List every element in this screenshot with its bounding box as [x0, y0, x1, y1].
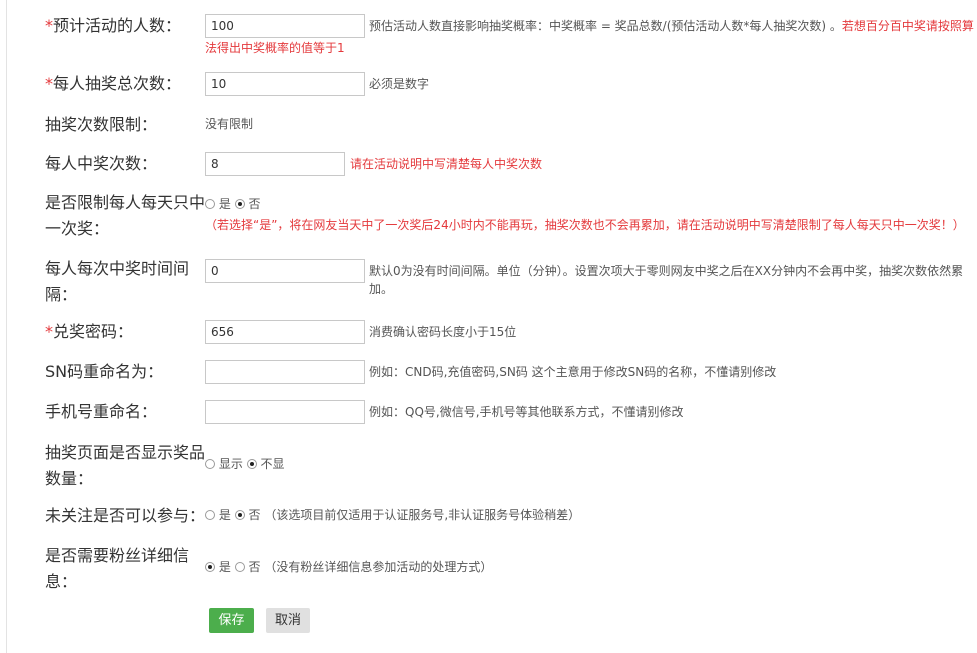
- draw-limit-label: 抽奖次数限制：: [45, 115, 158, 134]
- unfollowed-no-label: 否: [248, 508, 261, 522]
- save-button[interactable]: 保存: [209, 608, 254, 633]
- interval-label: 每人每次中奖时间间 隔：: [45, 259, 190, 304]
- show-prize-count-label: 抽奖页面是否显示奖品 数量：: [45, 443, 206, 488]
- sn-rename-label: SN码重命名为：: [45, 362, 164, 381]
- cancel-button[interactable]: 取消: [266, 608, 310, 633]
- wins-per-person-label: 每人中奖次数：: [45, 154, 158, 173]
- fan-details-no-label: 否: [248, 560, 261, 574]
- redeem-password-hint: 消费确认密码长度小于15位: [369, 325, 517, 339]
- wins-per-person-input[interactable]: 8: [205, 152, 345, 176]
- daily-limit-options: 是 否: [205, 196, 261, 212]
- participants-warning: 若想百分百中奖请按照算: [841, 19, 974, 33]
- daily-limit-warning: （若选择“是”，将在网友当天中了一次奖后24小时内不能再玩，抽奖次数也不会再累加…: [205, 218, 965, 232]
- redeem-password-label: *兑奖密码：: [45, 322, 134, 341]
- daily-limit-label: 是否限制每人每天只中 一次奖：: [45, 193, 206, 238]
- fan-details-yes-radio[interactable]: [205, 562, 215, 572]
- draws-per-person-hint: 必须是数字: [369, 77, 430, 91]
- fan-details-label: 是否需要粉丝详细信 息：: [45, 546, 190, 591]
- wins-per-person-warning: 请在活动说明中写清楚每人中奖次数: [350, 157, 543, 171]
- unfollowed-yes-radio[interactable]: [205, 510, 215, 520]
- required-mark: *: [45, 74, 53, 93]
- fan-details-options: 是 否 （没有粉丝详细信息参加活动的处理方式）: [205, 559, 492, 575]
- show-prize-count-show-radio[interactable]: [205, 459, 215, 469]
- show-prize-count-hide-radio[interactable]: [246, 459, 257, 469]
- participants-hint: 预估活动人数直接影响抽奖概率：中奖概率 = 奖品总数/(预估活动人数*每人抽奖次…: [369, 19, 974, 33]
- unfollowed-no-radio[interactable]: [234, 510, 245, 520]
- unfollowed-yes-label: 是: [218, 508, 231, 522]
- fan-details-yes-label: 是: [218, 560, 231, 574]
- daily-limit-yes-radio[interactable]: [205, 199, 215, 209]
- redeem-password-input[interactable]: 656: [205, 320, 365, 344]
- daily-limit-yes-label: 是: [218, 197, 231, 211]
- sn-rename-input[interactable]: [205, 360, 365, 384]
- participants-warning-cont: 法得出中奖概率的值等于1: [205, 41, 345, 55]
- fan-details-hint: （没有粉丝详细信息参加活动的处理方式）: [264, 560, 493, 574]
- show-prize-count-options: 显示 不显: [205, 456, 285, 472]
- participants-label: *预计活动的人数：: [45, 16, 182, 35]
- phone-rename-hint: 例如：QQ号,微信号,手机号等其他联系方式，不懂请别修改: [369, 405, 684, 419]
- unfollowed-options: 是 否 （该选项目前仅适用于认证服务号,非认证服务号体验稍差）: [205, 507, 580, 523]
- interval-hint: 默认0为没有时间间隔。单位（分钟）。设置次项大于零则网友中奖之后在XX分钟内不会…: [369, 264, 964, 296]
- required-mark: *: [45, 16, 53, 35]
- phone-rename-input[interactable]: [205, 400, 365, 424]
- sn-rename-hint: 例如：CND码,充值密码,SN码 这个主意用于修改SN码的名称，不懂请别修改: [369, 365, 777, 379]
- left-border: [6, 0, 7, 653]
- show-prize-count-show-label: 显示: [218, 457, 243, 471]
- participants-input[interactable]: 100: [205, 14, 365, 38]
- draw-limit-value: 没有限制: [205, 117, 254, 131]
- draws-per-person-input[interactable]: 10: [205, 72, 365, 96]
- daily-limit-no-radio[interactable]: [234, 199, 245, 209]
- interval-input[interactable]: 0: [205, 259, 365, 283]
- draws-per-person-label: *每人抽奖总次数：: [45, 74, 182, 93]
- daily-limit-no-label: 否: [248, 197, 261, 211]
- fan-details-no-radio[interactable]: [234, 562, 245, 572]
- required-mark: *: [45, 322, 53, 341]
- show-prize-count-hide-label: 不显: [260, 457, 285, 471]
- unfollowed-label: 未关注是否可以参与：: [45, 506, 206, 525]
- unfollowed-hint: （该选项目前仅适用于认证服务号,非认证服务号体验稍差）: [264, 508, 581, 522]
- phone-rename-label: 手机号重命名：: [45, 402, 158, 421]
